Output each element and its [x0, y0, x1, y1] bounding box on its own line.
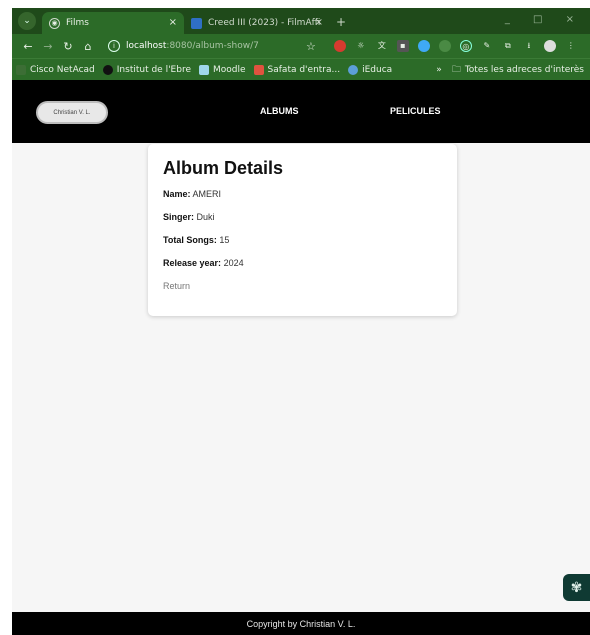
gmail-icon [253, 64, 264, 75]
tab-films[interactable]: ◉ Films × [42, 12, 184, 34]
institut-icon [102, 64, 113, 75]
bookmark-institut[interactable]: Institut de l'Ebre [102, 64, 191, 75]
bookmark-label: iEduca [362, 64, 393, 75]
bookmarks-bar: Cisco NetAcad Institut de l'Ebre Moodle … [12, 58, 590, 80]
window-controls[interactable]: _ □ × [505, 14, 584, 25]
bookmark-cisco[interactable]: Cisco NetAcad [16, 64, 95, 75]
close-tab-icon[interactable]: × [315, 17, 323, 28]
site-header: Christian V. L. ALBUMS PELICULES [12, 80, 590, 143]
nav-pelicules[interactable]: PELICULES [390, 106, 441, 116]
ieduca-icon [348, 64, 359, 75]
puzzle-icon[interactable]: ⧉ [502, 40, 514, 52]
field-label: Release year: [163, 258, 222, 268]
tab-search-icon[interactable]: ⌄ [18, 12, 36, 30]
globe-icon: ◉ [49, 17, 60, 29]
assistant-icon[interactable]: ✾ [563, 574, 590, 601]
extensions: ☼ 文 ▪ ◎ ✎ ⧉ ⭳ ⋮ [333, 40, 577, 52]
back-icon[interactable]: ← [18, 40, 38, 53]
filmaffinity-icon [191, 17, 202, 29]
bookmark-label: Safata d'entra... [267, 64, 341, 75]
field-label: Total Songs: [163, 235, 217, 245]
pen-icon[interactable]: ✎ [481, 40, 493, 52]
address-bar-row: ← → ↻ ⌂ i localhost:8080/album-show/7 ☆ … [12, 34, 590, 58]
url-path: :8080/album-show/7 [166, 41, 259, 51]
brand-button[interactable]: Christian V. L. [36, 101, 108, 124]
moodle-icon [199, 64, 209, 75]
field-value: Duki [196, 212, 215, 222]
bookmark-label: Totes les adreces d'interès [464, 64, 584, 75]
tab-bar: ⌄ ◉ Films × Creed III (2023) - FilmAffi … [12, 8, 590, 34]
folder-icon: 🗀 [451, 64, 461, 75]
tab-title: Creed III (2023) - FilmAffi [208, 18, 321, 28]
bookmark-moodle[interactable]: Moodle [199, 64, 246, 75]
field-value: 15 [219, 235, 230, 245]
extension-icon[interactable] [333, 40, 346, 52]
field-release-year: Release year: 2024 [163, 258, 442, 268]
new-tab-button[interactable]: + [336, 15, 346, 29]
field-name: Name: AMERI [163, 189, 442, 199]
card-title: Album Details [163, 158, 284, 178]
field-value: 2024 [223, 258, 244, 268]
bookmark-star-icon[interactable]: ☆ [306, 40, 316, 53]
tab-creed[interactable]: Creed III (2023) - FilmAffi × [184, 12, 330, 34]
cisco-icon [16, 64, 26, 75]
extension-icon[interactable] [438, 40, 451, 52]
field-value: AMERI [192, 189, 222, 199]
site-footer: Copyright by Christian V. L. [12, 612, 590, 635]
more-bookmarks-button[interactable]: » [436, 65, 442, 75]
bookmark-label: Institut de l'Ebre [116, 64, 191, 75]
reload-icon[interactable]: ↻ [58, 40, 78, 53]
home-icon[interactable]: ⌂ [78, 40, 98, 53]
bookmark-ieduca[interactable]: iEduca [348, 64, 393, 75]
album-details-card: Album Details Name: AMERI Singer: Duki T… [148, 144, 457, 316]
extension-icon[interactable]: ▪ [396, 40, 409, 52]
url-host: localhost [126, 41, 167, 51]
url-field[interactable]: i localhost:8080/album-show/7 [104, 37, 300, 55]
field-label: Singer: [163, 212, 195, 222]
copyright-text: Copyright by Christian V. L. [246, 618, 356, 629]
extension-icon[interactable]: 文 [376, 40, 388, 52]
profile-icon[interactable] [543, 40, 556, 52]
download-icon[interactable]: ⭳ [523, 40, 535, 52]
bookmark-label: Cisco NetAcad [30, 64, 95, 75]
field-label: Name: [163, 189, 191, 199]
return-link[interactable]: Return [163, 281, 442, 291]
bookmark-gmail[interactable]: Safata d'entra... [253, 64, 341, 75]
extension-icon[interactable]: ◎ [459, 40, 472, 52]
nav-albums[interactable]: ALBUMS [260, 106, 299, 116]
bookmark-label: Moodle [213, 64, 246, 75]
forward-icon[interactable]: → [38, 40, 58, 53]
browser-window: ⌄ ◉ Films × Creed III (2023) - FilmAffi … [12, 8, 590, 635]
extension-icon[interactable]: ☼ [355, 40, 367, 52]
field-total-songs: Total Songs: 15 [163, 235, 442, 245]
bookmark-folder[interactable]: 🗀 Totes les adreces d'interès [452, 62, 584, 78]
extension-icon[interactable] [417, 40, 430, 52]
menu-icon[interactable]: ⋮ [565, 40, 577, 52]
info-icon[interactable]: i [108, 40, 120, 52]
field-singer: Singer: Duki [163, 212, 442, 222]
tab-title: Films [66, 18, 89, 28]
page-content: Christian V. L. ALBUMS PELICULES Album D… [12, 80, 590, 635]
close-tab-icon[interactable]: × [169, 17, 177, 28]
